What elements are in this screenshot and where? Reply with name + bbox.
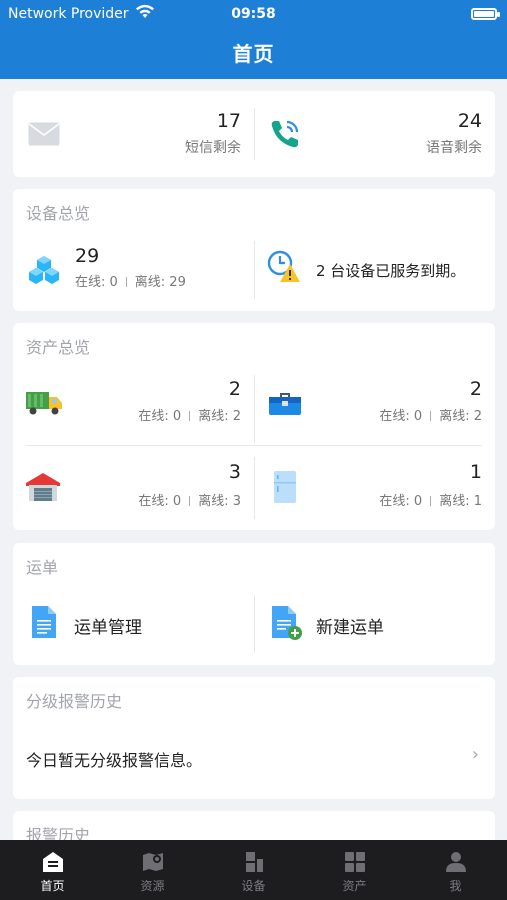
tab-resources[interactable]: 资源 (102, 840, 203, 900)
online-count: 在线: 0 (138, 409, 182, 424)
asset-online-offline: 在线: 0 离线: 2 (138, 405, 241, 424)
sms-count: 17 (216, 110, 241, 132)
asset-online-offline: 在线: 0 离线: 2 (379, 405, 482, 424)
device-overview-card: 设备总览 29 在线: 0 离线: 29 2 台设备已服务到期。 (13, 189, 495, 311)
asset-count: 3 (228, 461, 241, 483)
truck-icon (26, 392, 62, 415)
online-count: 在线: 0 (138, 494, 182, 509)
document-icon (32, 606, 56, 638)
offline-count: 离线: 3 (198, 494, 241, 509)
online-count: 在线: 0 (75, 275, 118, 290)
online-count: 在线: 0 (379, 409, 423, 424)
tab-bar: 首页 资源 设备 资产 我 (0, 840, 507, 900)
graded-alarm-message: 今日暂无分级报警信息。 (26, 751, 203, 770)
asset-count: 2 (469, 378, 482, 400)
status-bar: Network Provider 09:58 (0, 0, 507, 28)
online-count: 在线: 0 (379, 494, 423, 509)
tab-assets[interactable]: 资产 (304, 840, 405, 900)
voice-label: 语音剩余 (426, 140, 482, 156)
asset-online-offline: 在线: 0 离线: 3 (138, 490, 241, 509)
page-title: 首页 (232, 42, 275, 66)
waybill-manage-button[interactable]: 运单管理 (13, 583, 254, 665)
offline-count: 离线: 1 (439, 494, 482, 509)
mail-icon (28, 122, 60, 146)
asset-item-truck[interactable]: 2 在线: 0 离线: 2 (13, 363, 254, 445)
offline-count: 离线: 2 (439, 409, 482, 424)
tab-label: 资产 (342, 879, 367, 893)
graded-alarm-row[interactable]: 今日暂无分级报警信息。 › (13, 717, 495, 799)
section-title: 运单 (26, 558, 59, 577)
tab-label: 我 (449, 879, 462, 893)
section-title: 资产总览 (26, 338, 91, 357)
warehouse-icon (26, 473, 60, 501)
offline-count: 离线: 29 (134, 275, 186, 290)
tab-label: 首页 (40, 879, 65, 893)
waybill-create-button[interactable]: 新建运单 (255, 583, 495, 665)
voice-quota[interactable]: 24 语音剩余 (255, 91, 495, 177)
asset-item-toolbox[interactable]: 2 在线: 0 离线: 2 (255, 363, 495, 445)
refrigerator-icon (274, 471, 296, 503)
home-icon (43, 852, 63, 872)
clock-warning-icon (267, 250, 300, 282)
asset-item-refrigerator[interactable]: 1 在线: 0 离线: 1 (255, 446, 495, 530)
waybill-manage-label: 运单管理 (74, 618, 142, 638)
section-title: 设备总览 (26, 204, 91, 223)
device-online-offline: 在线: 0 离线: 29 (75, 271, 186, 290)
person-icon (446, 852, 466, 872)
tab-devices[interactable]: 设备 (203, 840, 304, 900)
waybill-card: 运单 运单管理 新建运单 (13, 543, 495, 665)
voice-count: 24 (457, 110, 482, 132)
clock: 09:58 (231, 6, 276, 22)
sms-quota[interactable]: 17 短信剩余 (13, 91, 254, 177)
tab-label: 资源 (140, 879, 165, 893)
tab-me[interactable]: 我 (405, 840, 506, 900)
device-icon (246, 852, 263, 872)
document-add-icon (272, 606, 302, 640)
expired-devices[interactable]: 2 台设备已服务到期。 (255, 229, 495, 311)
battery-icon (471, 8, 500, 20)
expiry-notice: 2 台设备已服务到期。 (316, 262, 466, 280)
device-total: 29 (75, 245, 100, 267)
offline-count: 离线: 2 (198, 409, 241, 424)
grid-icon (345, 852, 365, 872)
map-pin-icon (143, 853, 163, 871)
section-title: 分级报警历史 (26, 692, 123, 711)
tab-home[interactable]: 首页 (2, 840, 103, 900)
chevron-right-icon: › (471, 744, 479, 765)
toolbox-icon (269, 393, 301, 415)
phone-icon (271, 120, 299, 148)
graded-alarm-card: 分级报警历史 今日暂无分级报警信息。 › (13, 677, 495, 799)
asset-item-warehouse[interactable]: 3 在线: 0 离线: 3 (13, 446, 254, 530)
cubes-icon (29, 256, 59, 284)
waybill-create-label: 新建运单 (316, 618, 384, 638)
asset-count: 1 (469, 461, 482, 483)
quota-card: 17 短信剩余 24 语音剩余 (13, 91, 495, 177)
device-stats[interactable]: 29 在线: 0 离线: 29 (13, 229, 254, 311)
top-bar: Network Provider 09:58 首页 (0, 0, 507, 79)
asset-overview-card: 资产总览 2 在线: 0 离线: 2 2 在线: 0 离线: 2 3 在线: 0… (13, 323, 495, 530)
tab-label: 设备 (241, 879, 266, 893)
asset-online-offline: 在线: 0 离线: 1 (379, 490, 482, 509)
asset-count: 2 (228, 378, 241, 400)
sms-label: 短信剩余 (185, 140, 241, 156)
